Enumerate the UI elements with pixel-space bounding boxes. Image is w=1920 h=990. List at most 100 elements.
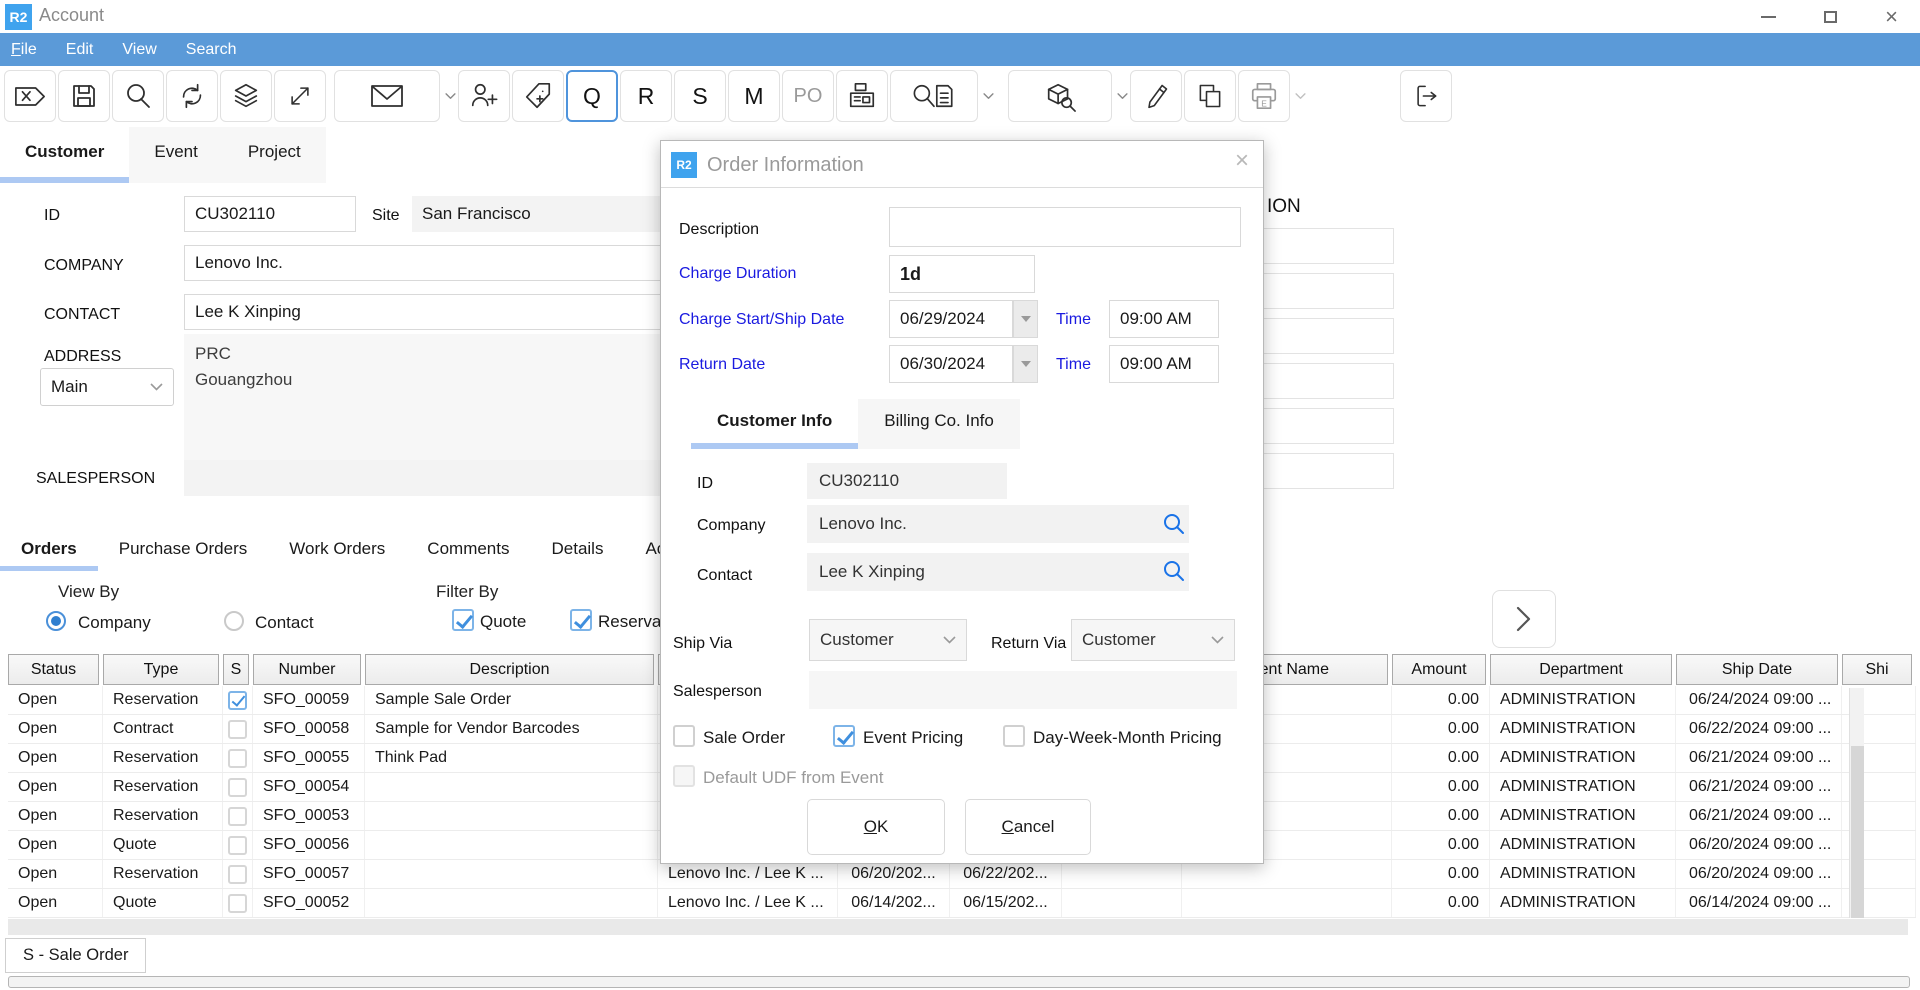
contact-search-icon[interactable] (1163, 560, 1185, 587)
cell-dept: ADMINISTRATION (1490, 715, 1676, 743)
tab-comments[interactable]: Comments (406, 532, 530, 571)
table-row[interactable]: OpenReservationSFO_00057Lenovo Inc. / Le… (8, 860, 1916, 889)
sale-mode-button[interactable]: S (674, 70, 726, 122)
horizontal-scrollbar[interactable] (8, 919, 1908, 935)
tab-purchase-orders[interactable]: Purchase Orders (98, 532, 269, 571)
ok-button[interactable]: OK (807, 799, 945, 855)
dialog-close-icon[interactable]: × (1235, 149, 1249, 173)
salesperson-label: SALESPERSON (36, 470, 155, 488)
ship-time-input[interactable]: 09:00 AM (1109, 300, 1219, 338)
row-select-checkbox[interactable] (228, 836, 247, 855)
column-header-s[interactable]: S (223, 654, 249, 685)
column-header-type[interactable]: Type (103, 654, 219, 685)
close-record-button[interactable] (4, 70, 56, 122)
charge-start-date-spinner[interactable] (1013, 300, 1038, 338)
item-search-button[interactable] (1008, 70, 1112, 122)
menu-file[interactable]: File (11, 41, 37, 59)
cell-cc: Lenovo Inc. / Lee K ... (658, 889, 838, 917)
close-icon[interactable]: × (1885, 6, 1898, 28)
row-select-checkbox[interactable] (228, 865, 247, 884)
menu-edit[interactable]: Edit (66, 41, 94, 59)
vertical-scrollbar[interactable] (1849, 688, 1864, 918)
exit-button[interactable] (1400, 70, 1452, 122)
filter-quote-checkbox[interactable] (452, 609, 474, 631)
customer-id-field[interactable]: CU302110 (184, 196, 356, 232)
description-input[interactable] (889, 207, 1241, 247)
layers-button[interactable] (220, 70, 272, 122)
contact-field[interactable]: Lee K Xinping (184, 294, 702, 330)
tag-button[interactable] (512, 70, 564, 122)
column-header-ship[interactable]: Ship Date (1676, 654, 1838, 685)
return-via-select[interactable]: Customer (1071, 619, 1235, 661)
cancel-button[interactable]: Cancel (965, 799, 1091, 855)
company-search-icon[interactable] (1163, 513, 1185, 540)
row-select-checkbox[interactable] (228, 778, 247, 797)
row-select-checkbox[interactable] (228, 807, 247, 826)
search-button[interactable] (112, 70, 164, 122)
charge-duration-input[interactable]: 1d (889, 255, 1035, 293)
add-contact-button[interactable] (458, 70, 510, 122)
tab-project[interactable]: Project (223, 127, 326, 183)
default-udf-label: Default UDF from Event (703, 768, 883, 788)
minimize-icon[interactable] (1761, 16, 1776, 18)
next-page-button[interactable] (1492, 590, 1556, 648)
print-export-button[interactable]: E (1238, 70, 1290, 122)
tab-work-orders[interactable]: Work Orders (268, 532, 406, 571)
address-type-select[interactable]: Main (40, 368, 174, 406)
charge-start-date-input[interactable]: 06/29/2024 (889, 300, 1013, 338)
item-search-dropdown-chevron[interactable] (1114, 93, 1130, 100)
view-by-company-radio[interactable] (46, 611, 66, 631)
edit-button[interactable] (1130, 70, 1182, 122)
column-header-amount[interactable]: Amount (1392, 654, 1486, 685)
row-select-checkbox[interactable] (228, 691, 247, 710)
row-select-checkbox[interactable] (228, 894, 247, 913)
menu-view[interactable]: View (122, 41, 156, 59)
print-dropdown-chevron[interactable] (1292, 93, 1308, 100)
row-select-checkbox[interactable] (228, 720, 247, 739)
quote-mode-button[interactable]: Q (566, 70, 618, 122)
tab-event[interactable]: Event (129, 127, 222, 183)
expand-button[interactable] (274, 70, 326, 122)
search-document-dropdown-chevron[interactable] (980, 93, 996, 100)
return-date-spinner[interactable] (1013, 345, 1038, 383)
copy-button[interactable] (1184, 70, 1236, 122)
scrollbar-thumb[interactable] (1851, 746, 1864, 918)
sale-order-checkbox[interactable] (673, 725, 695, 747)
maximize-icon[interactable] (1824, 11, 1837, 23)
window-scrollbar[interactable] (8, 976, 1910, 988)
register-button[interactable] (836, 70, 888, 122)
tab-billing-co-info[interactable]: Billing Co. Info (858, 399, 1020, 449)
tab-orders[interactable]: Orders (0, 532, 98, 571)
column-header-status[interactable]: Status (8, 654, 99, 685)
tab-details[interactable]: Details (530, 532, 624, 571)
search-document-button[interactable] (890, 70, 978, 122)
column-header-ship2[interactable]: Shi (1842, 654, 1912, 685)
event-pricing-checkbox[interactable] (833, 725, 855, 747)
maintenance-mode-button[interactable]: M (728, 70, 780, 122)
dwm-pricing-checkbox[interactable] (1003, 725, 1025, 747)
column-header-number[interactable]: Number (253, 654, 361, 685)
ship-via-select[interactable]: Customer (809, 619, 967, 661)
refresh-button[interactable] (166, 70, 218, 122)
reservation-mode-button[interactable]: R (620, 70, 672, 122)
return-date-input[interactable]: 06/30/2024 (889, 345, 1013, 383)
cell-ev (1182, 889, 1392, 917)
partial-field (1250, 273, 1394, 309)
purchase-order-button[interactable]: PO (782, 70, 834, 122)
column-header-description[interactable]: Description (365, 654, 654, 685)
tab-customer[interactable]: Customer (0, 127, 129, 183)
view-by-contact-radio[interactable] (224, 611, 244, 631)
company-field[interactable]: Lenovo Inc. (184, 245, 702, 281)
save-button[interactable] (58, 70, 110, 122)
mail-button[interactable] (334, 70, 440, 122)
row-select-checkbox[interactable] (228, 749, 247, 768)
filter-reservation-checkbox[interactable] (570, 609, 592, 631)
tab-customer-info[interactable]: Customer Info (691, 399, 858, 449)
column-header-dept[interactable]: Department (1490, 654, 1672, 685)
return-time-input[interactable]: 09:00 AM (1109, 345, 1219, 383)
table-row[interactable]: OpenQuoteSFO_00052Lenovo Inc. / Lee K ..… (8, 889, 1916, 918)
menu-search[interactable]: Search (186, 41, 237, 59)
mail-dropdown-chevron[interactable] (442, 93, 458, 100)
tab-activ[interactable]: Activ (624, 532, 660, 571)
salesperson-field (184, 460, 702, 496)
